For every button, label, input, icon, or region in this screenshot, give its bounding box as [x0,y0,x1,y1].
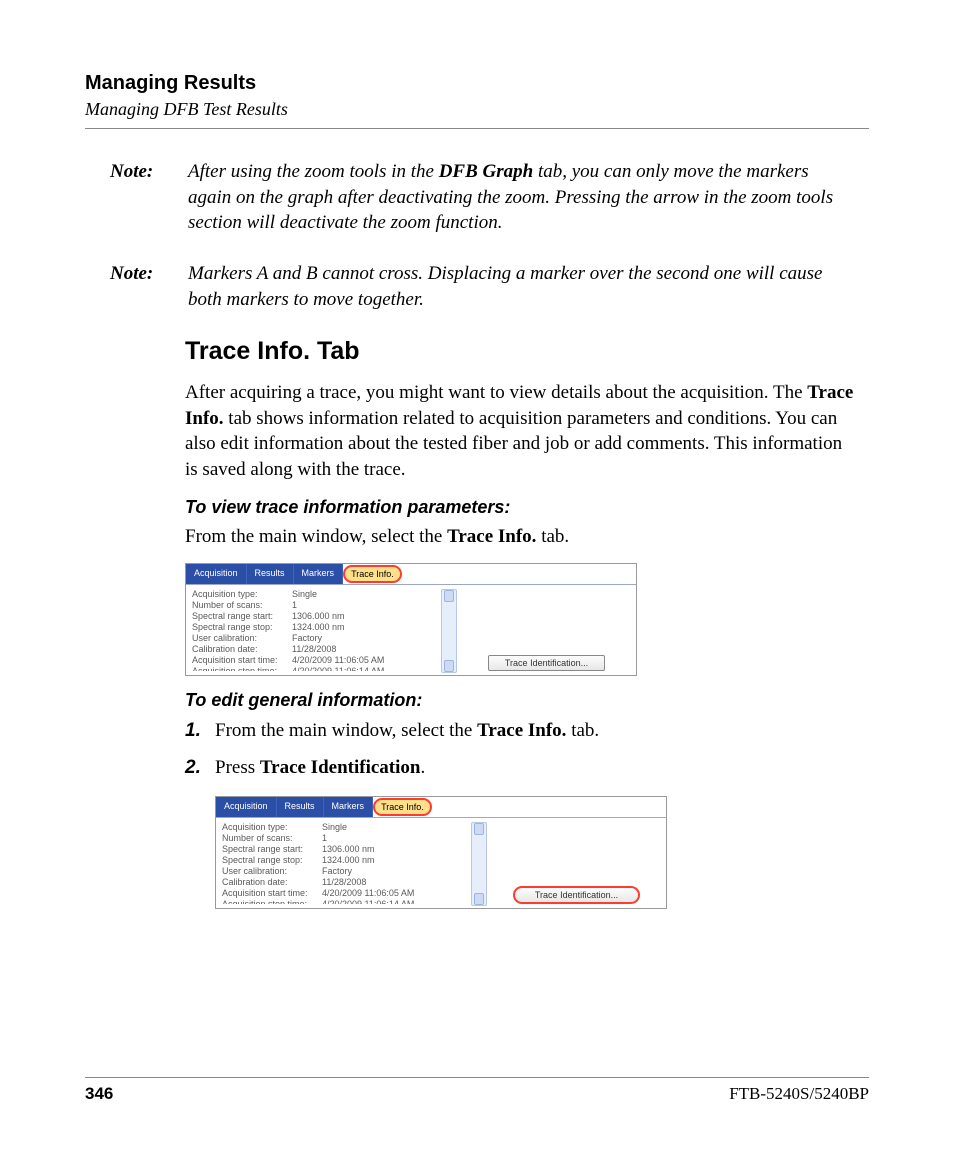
chapter-title: Managing Results [85,72,869,95]
trace-identification-button[interactable]: Trace Identification... [513,886,640,904]
header-rule [85,128,869,129]
page-number: 346 [85,1084,113,1104]
scrollbar[interactable] [441,589,457,673]
step-number: 1. [185,717,215,746]
procedure-1-step: From the main window, select the Trace I… [185,524,859,550]
tab-acquisition[interactable]: Acquisition [186,564,247,584]
info-row: Number of scans:1 [222,833,467,844]
note-text-bold: DFB Graph [439,161,534,182]
note-2: Note: Markers A and B cannot cross. Disp… [110,261,839,312]
page-footer: 346 FTB-5240S/5240BP [85,1077,869,1104]
info-row: Spectral range start:1306.000 nm [192,611,437,622]
info-row: Acquisition type:Single [222,822,467,833]
note-1: Note: After using the zoom tools in the … [110,159,839,236]
step-c: tab. [566,720,599,741]
section-subtitle: Managing DFB Test Results [85,99,869,120]
note-text: After using the zoom tools in the DFB Gr… [188,159,839,236]
p1-c: tab. [536,526,569,547]
note-label: Note: [110,159,188,236]
tab-acquisition[interactable]: Acquisition [216,797,277,817]
tab-markers[interactable]: Markers [294,564,344,584]
step-a: Press [215,757,260,778]
tab-trace-info[interactable]: Trace Info. [373,798,432,816]
screenshot-1: Acquisition Results Markers Trace Info. … [185,563,637,676]
device-model: FTB-5240S/5240BP [729,1084,869,1104]
info-row: Acquisition type:Single [192,589,437,600]
note-text-prefix: Markers A and B cannot cross. Displacing… [188,263,822,310]
tab-markers[interactable]: Markers [324,797,374,817]
info-list: Acquisition type:Single Number of scans:… [222,822,467,904]
info-row: Acquisition stop time:4/20/2009 11:06:14… [192,666,437,671]
info-row: Acquisition start time:4/20/2009 11:06:0… [192,655,437,666]
trace-identification-button[interactable]: Trace Identification... [488,655,605,671]
procedure-2-title: To edit general information: [185,690,859,711]
intro-a: After acquiring a trace, you might want … [185,382,807,403]
info-row: Calibration date:11/28/2008 [192,644,437,655]
info-row: Number of scans:1 [192,600,437,611]
step-a: From the main window, select the [215,720,477,741]
procedure-2-steps: 1. From the main window, select the Trac… [185,717,859,782]
procedure-1-title: To view trace information parameters: [185,497,859,518]
info-list: Acquisition type:Single Number of scans:… [192,589,437,671]
p1-b: Trace Info. [447,526,536,547]
step-2: 2. Press Trace Identification. [185,754,859,783]
info-row: Spectral range start:1306.000 nm [222,844,467,855]
note-text: Markers A and B cannot cross. Displacing… [188,261,839,312]
tab-results[interactable]: Results [247,564,294,584]
screenshot-2: Acquisition Results Markers Trace Info. … [215,796,667,909]
info-row: Acquisition start time:4/20/2009 11:06:0… [222,888,467,899]
section-heading: Trace Info. Tab [185,337,859,366]
intro-c: tab shows information related to acquisi… [185,408,842,480]
tab-results[interactable]: Results [277,797,324,817]
tab-trace-info[interactable]: Trace Info. [343,565,402,583]
step-number: 2. [185,754,215,783]
info-row: Spectral range stop:1324.000 nm [222,855,467,866]
info-row: Spectral range stop:1324.000 nm [192,622,437,633]
note-text-prefix: After using the zoom tools in the [188,161,439,182]
step-b: Trace Info. [477,720,566,741]
info-row: Calibration date:11/28/2008 [222,877,467,888]
note-label: Note: [110,261,188,312]
step-c: . [420,757,425,778]
info-row: Acquisition stop time:4/20/2009 11:06:14… [222,899,467,904]
info-row: User calibration:Factory [192,633,437,644]
footer-rule [85,1077,869,1078]
tab-bar: Acquisition Results Markers Trace Info. [186,564,636,585]
intro-paragraph: After acquiring a trace, you might want … [185,380,859,483]
step-1: 1. From the main window, select the Trac… [185,717,859,746]
scrollbar[interactable] [471,822,487,906]
step-b: Trace Identification [260,757,421,778]
tab-bar: Acquisition Results Markers Trace Info. [216,797,666,818]
info-row: User calibration:Factory [222,866,467,877]
p1-a: From the main window, select the [185,526,447,547]
